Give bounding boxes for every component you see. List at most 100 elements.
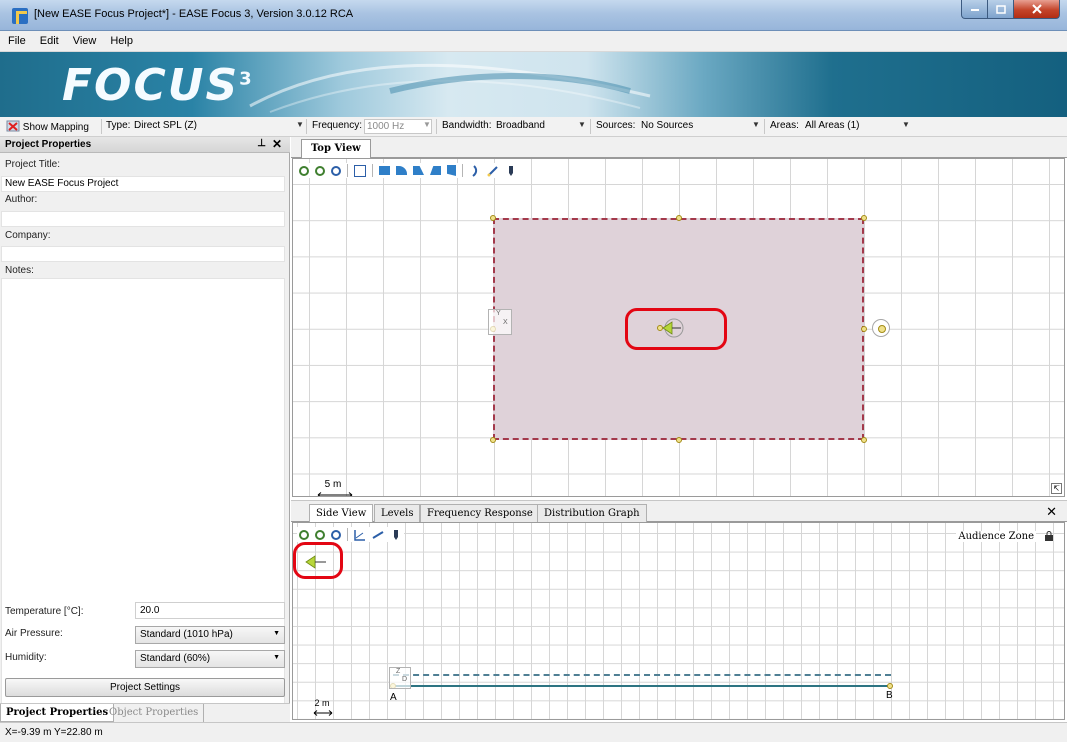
frequency-dropdown[interactable]: 1000 Hz bbox=[364, 119, 432, 134]
type-dropdown[interactable]: Direct SPL (Z) bbox=[134, 120, 197, 131]
listener-marker[interactable] bbox=[872, 319, 890, 337]
area-vertex[interactable] bbox=[861, 437, 867, 443]
polygon-area-icon[interactable] bbox=[447, 165, 456, 176]
bottom-panel-close-icon[interactable]: ✕ bbox=[1046, 504, 1057, 520]
areas-dropdown[interactable]: All Areas (1) bbox=[805, 120, 859, 131]
scale-label: 2 m bbox=[314, 698, 330, 708]
highlight-circle bbox=[625, 308, 727, 350]
menu-edit[interactable]: Edit bbox=[40, 35, 59, 47]
rectangle-area-icon[interactable] bbox=[379, 166, 390, 175]
menu-file[interactable]: File bbox=[8, 35, 26, 47]
lock-icon[interactable] bbox=[1044, 531, 1054, 541]
side-view-canvas[interactable]: Audience Zone Z D A B 2 m bbox=[292, 522, 1065, 720]
close-button[interactable] bbox=[1014, 0, 1060, 19]
tab-top-view[interactable]: Top View bbox=[301, 139, 371, 158]
type-dropdown-arrow-icon[interactable]: ▼ bbox=[296, 120, 304, 129]
sources-dropdown-arrow-icon[interactable]: ▼ bbox=[752, 120, 760, 129]
side-view-toolbar bbox=[297, 527, 404, 542]
bandwidth-label: Bandwidth: bbox=[442, 120, 492, 131]
toolbar-separator bbox=[306, 119, 307, 134]
frequency-dropdown-arrow-icon[interactable]: ▼ bbox=[423, 120, 431, 129]
slanted-area-icon[interactable] bbox=[430, 166, 441, 175]
minimize-button[interactable] bbox=[961, 0, 988, 19]
axis-x-label: X bbox=[503, 319, 508, 326]
area-vertex[interactable] bbox=[676, 437, 682, 443]
audience-height-line bbox=[393, 674, 891, 676]
tab-levels[interactable]: Levels bbox=[374, 504, 421, 523]
area-vertex[interactable] bbox=[861, 326, 867, 332]
axis-z-label: Z bbox=[396, 668, 401, 675]
grid-icon[interactable] bbox=[354, 164, 366, 177]
bandwidth-dropdown[interactable]: Broadband bbox=[496, 120, 545, 131]
cursor-coordinates: X=-9.39 m Y=22.80 m bbox=[5, 727, 103, 738]
tab-side-view[interactable]: Side View bbox=[309, 504, 374, 523]
zoom-fit-icon[interactable] bbox=[331, 165, 341, 176]
top-view-canvas[interactable]: Y X 5 m ↸ bbox=[292, 158, 1065, 497]
logo-text: FOCUS bbox=[62, 60, 240, 111]
type-label: Type: bbox=[106, 120, 131, 131]
bandwidth-dropdown-arrow-icon[interactable]: ▼ bbox=[578, 120, 586, 129]
axis-d-label: D bbox=[402, 676, 408, 683]
measure-line-icon[interactable] bbox=[372, 529, 384, 541]
humidity-dropdown[interactable]: Standard (60%) bbox=[135, 650, 285, 668]
pin-icon[interactable]: ⊥ bbox=[257, 138, 266, 149]
maximize-icon bbox=[995, 4, 1006, 14]
author-label: Author: bbox=[5, 194, 38, 205]
measure-line-icon[interactable] bbox=[487, 165, 499, 177]
axis-icon[interactable] bbox=[354, 529, 366, 541]
project-title-label: Project Title: bbox=[5, 159, 61, 170]
tab-frequency-response[interactable]: Frequency Response bbox=[420, 504, 540, 523]
zoom-in-icon[interactable] bbox=[299, 529, 309, 540]
toolbar-separator bbox=[347, 164, 348, 177]
maximize-button[interactable] bbox=[988, 0, 1014, 19]
show-mapping-label: Show Mapping bbox=[22, 122, 89, 133]
zoom-fit-icon[interactable] bbox=[331, 529, 341, 540]
areas-label: Areas: bbox=[770, 120, 799, 131]
scale-bar: 5 m bbox=[317, 479, 353, 496]
title-bar: [New EASE Focus Project*] - EASE Focus 3… bbox=[0, 0, 1067, 31]
toolbar-separator bbox=[101, 119, 102, 134]
zoom-in-icon[interactable] bbox=[299, 165, 309, 176]
tab-project-properties[interactable]: Project Properties bbox=[0, 704, 115, 722]
tab-distribution-graph[interactable]: Distribution Graph bbox=[537, 504, 647, 523]
app-icon bbox=[12, 8, 28, 24]
temperature-field[interactable]: 20.0 bbox=[135, 602, 285, 619]
air-pressure-dropdown[interactable]: Standard (1010 hPa) bbox=[135, 626, 285, 644]
panel-tabs: Project Properties Object Properties bbox=[0, 703, 290, 722]
status-bar: X=-9.39 m Y=22.80 m bbox=[0, 722, 1067, 742]
focus-logo: FOCUS3 bbox=[62, 60, 254, 111]
area-vertex[interactable] bbox=[861, 215, 867, 221]
air-pressure-label: Air Pressure: bbox=[5, 628, 63, 639]
point-b-marker[interactable] bbox=[887, 683, 893, 689]
zoom-out-icon[interactable] bbox=[315, 165, 325, 176]
toolbar-separator bbox=[590, 119, 591, 134]
sources-dropdown[interactable]: No Sources bbox=[641, 120, 693, 131]
speaker-icon[interactable] bbox=[390, 529, 402, 541]
project-settings-button[interactable]: Project Settings bbox=[5, 678, 285, 697]
panel-close-icon[interactable]: ✕ bbox=[272, 137, 282, 151]
frequency-label: Frequency: bbox=[312, 120, 363, 131]
area-vertex[interactable] bbox=[676, 215, 682, 221]
area-vertex[interactable] bbox=[490, 437, 496, 443]
reset-view-icon[interactable]: ↸ bbox=[1051, 483, 1062, 494]
menu-help[interactable]: Help bbox=[110, 35, 133, 47]
show-mapping-button[interactable]: Show Mapping bbox=[6, 120, 89, 133]
window-controls bbox=[961, 0, 1060, 20]
company-field[interactable] bbox=[1, 246, 285, 262]
quarter-round-area-icon[interactable] bbox=[396, 166, 407, 175]
area-vertex[interactable] bbox=[490, 215, 496, 221]
author-field[interactable] bbox=[1, 211, 285, 227]
line-array-icon[interactable] bbox=[469, 164, 481, 177]
scale-bar: 2 m bbox=[313, 698, 333, 718]
menu-view[interactable]: View bbox=[73, 35, 97, 47]
areas-dropdown-arrow-icon[interactable]: ▼ bbox=[902, 120, 910, 129]
speaker-icon[interactable] bbox=[505, 165, 517, 177]
audience-floor-line[interactable] bbox=[393, 685, 891, 687]
tab-object-properties[interactable]: Object Properties bbox=[104, 704, 205, 722]
panel-header: Project Properties ⊥ ✕ bbox=[0, 137, 290, 153]
project-title-field[interactable]: New EASE Focus Project bbox=[1, 176, 285, 192]
zoom-out-icon[interactable] bbox=[315, 529, 325, 540]
side-origin-axes-icon: Z D bbox=[389, 667, 411, 689]
trapezoid-area-icon[interactable] bbox=[413, 166, 424, 175]
project-properties-panel: Project Properties ⊥ ✕ Project Title: Ne… bbox=[0, 137, 290, 730]
